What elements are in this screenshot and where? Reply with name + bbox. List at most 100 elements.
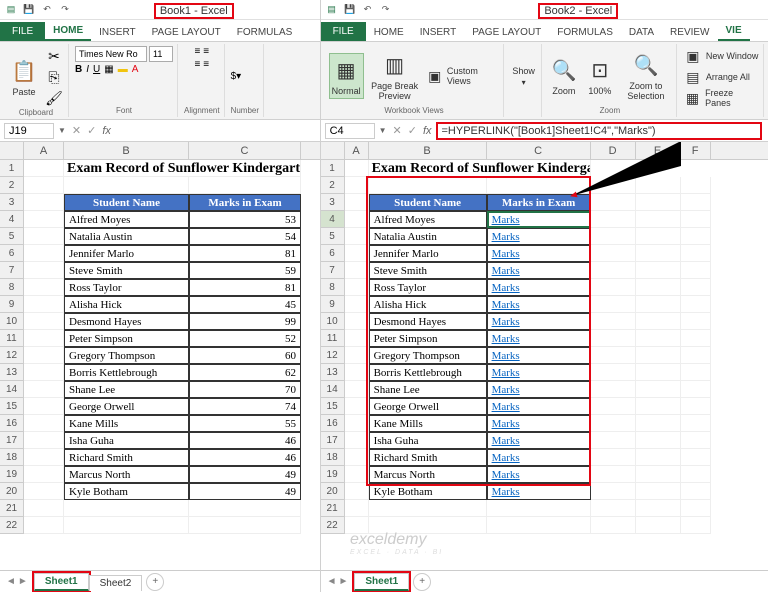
cell[interactable] [591, 449, 636, 466]
cell[interactable] [345, 296, 369, 313]
worksheet-grid[interactable]: ABCDEF 123456789101112131415161718192021… [321, 142, 768, 570]
cell[interactable] [681, 330, 711, 347]
sheet-tab-sheet1[interactable]: Sheet1 [34, 573, 89, 591]
cell[interactable] [345, 398, 369, 415]
cell[interactable] [345, 228, 369, 245]
cell[interactable] [345, 415, 369, 432]
cell[interactable] [681, 347, 711, 364]
cell[interactable] [636, 313, 681, 330]
cell[interactable] [24, 381, 64, 398]
cell[interactable] [591, 262, 636, 279]
cell[interactable] [64, 500, 189, 517]
hyperlink-cell[interactable]: Marks [487, 466, 591, 483]
row-header[interactable]: 5 [321, 228, 345, 245]
hyperlink-cell[interactable]: Marks [487, 364, 591, 381]
hyperlink-cell[interactable]: Marks [487, 449, 591, 466]
tab-home[interactable]: HOME [366, 24, 412, 41]
row-header[interactable]: 15 [321, 398, 345, 415]
cell[interactable] [24, 194, 64, 211]
hyperlink-cell[interactable]: Marks [487, 432, 591, 449]
cell[interactable] [24, 517, 64, 534]
cell[interactable] [681, 228, 711, 245]
enter-icon[interactable]: ✓ [87, 124, 96, 137]
cell[interactable] [24, 398, 64, 415]
cell[interactable] [591, 432, 636, 449]
sheet-nav-prev-icon[interactable]: ◄ [327, 576, 337, 587]
undo-icon[interactable]: ↶ [361, 3, 375, 17]
bold-button[interactable]: B [75, 64, 82, 75]
italic-button[interactable]: I [86, 64, 89, 75]
save-icon[interactable]: 💾 [343, 3, 357, 17]
arrange-all-button[interactable]: ▤Arrange All [683, 67, 759, 87]
cell[interactable]: Alisha Hick [369, 296, 487, 313]
hyperlink-cell[interactable]: Marks [487, 398, 591, 415]
cell[interactable]: 60 [189, 347, 301, 364]
cell[interactable] [636, 483, 681, 500]
cell[interactable] [636, 500, 681, 517]
row-header[interactable]: 6 [321, 245, 345, 262]
cell[interactable]: Ross Taylor [369, 279, 487, 296]
worksheet-grid[interactable]: ABC 12345678910111213141516171819202122 … [0, 142, 320, 570]
cell[interactable]: Jennifer Marlo [64, 245, 189, 262]
cell[interactable]: Exam Record of Sunflower Kindergarten [64, 160, 301, 177]
cell[interactable] [24, 466, 64, 483]
cell[interactable] [636, 517, 681, 534]
row-header[interactable]: 21 [321, 500, 345, 517]
row-header[interactable]: 2 [321, 177, 345, 194]
cell[interactable]: Peter Simpson [369, 330, 487, 347]
cell[interactable]: Desmond Hayes [64, 313, 189, 330]
cell[interactable]: Marcus North [64, 466, 189, 483]
tab-formulas[interactable]: FORMULAS [549, 24, 621, 41]
hyperlink-cell[interactable]: Marks [487, 330, 591, 347]
row-header[interactable]: 16 [0, 415, 24, 432]
cell[interactable] [636, 194, 681, 211]
cell[interactable] [591, 500, 636, 517]
row-header[interactable]: 17 [321, 432, 345, 449]
hyperlink-cell[interactable]: Marks [487, 313, 591, 330]
row-header[interactable]: 14 [321, 381, 345, 398]
cell[interactable] [345, 313, 369, 330]
row-header[interactable]: 20 [321, 483, 345, 500]
cell[interactable] [189, 177, 301, 194]
row-header[interactable]: 1 [321, 160, 345, 177]
cell[interactable]: 70 [189, 381, 301, 398]
cell[interactable]: Richard Smith [369, 449, 487, 466]
cell[interactable]: Kyle Botham [369, 483, 487, 500]
cell[interactable] [64, 177, 189, 194]
cell[interactable] [591, 211, 636, 228]
row-header[interactable]: 1 [0, 160, 24, 177]
hyperlink-cell[interactable]: Marks [487, 381, 591, 398]
cut-icon[interactable]: ✂ [44, 46, 64, 66]
row-header[interactable]: 14 [0, 381, 24, 398]
cell[interactable]: 62 [189, 364, 301, 381]
cell[interactable] [681, 296, 711, 313]
cell[interactable]: 81 [189, 279, 301, 296]
cell[interactable] [591, 228, 636, 245]
cell[interactable] [636, 245, 681, 262]
cell[interactable] [487, 500, 591, 517]
cell[interactable] [591, 330, 636, 347]
cell[interactable]: Steve Smith [64, 262, 189, 279]
row-header[interactable]: 13 [0, 364, 24, 381]
cell[interactable] [345, 466, 369, 483]
cell[interactable]: Borris Kettlebrough [369, 364, 487, 381]
row-header[interactable]: 22 [0, 517, 24, 534]
cell[interactable]: 81 [189, 245, 301, 262]
cell[interactable] [681, 449, 711, 466]
sheet-nav-prev-icon[interactable]: ◄ [6, 576, 16, 587]
tab-page-layout[interactable]: PAGE LAYOUT [464, 24, 549, 41]
name-box[interactable]: J19 [4, 123, 54, 139]
cell[interactable] [345, 330, 369, 347]
cell[interactable] [345, 347, 369, 364]
align-center-icon[interactable]: ≡ [203, 59, 209, 70]
cell[interactable]: Marcus North [369, 466, 487, 483]
cell[interactable]: 99 [189, 313, 301, 330]
cell[interactable] [369, 500, 487, 517]
hyperlink-cell[interactable]: Marks [487, 279, 591, 296]
normal-view-button[interactable]: ▦ Normal [329, 53, 364, 99]
cell[interactable] [189, 517, 301, 534]
cell[interactable] [487, 177, 591, 194]
sheet-tab-sheet2[interactable]: Sheet2 [89, 575, 143, 591]
cell[interactable] [24, 432, 64, 449]
cell[interactable] [345, 432, 369, 449]
